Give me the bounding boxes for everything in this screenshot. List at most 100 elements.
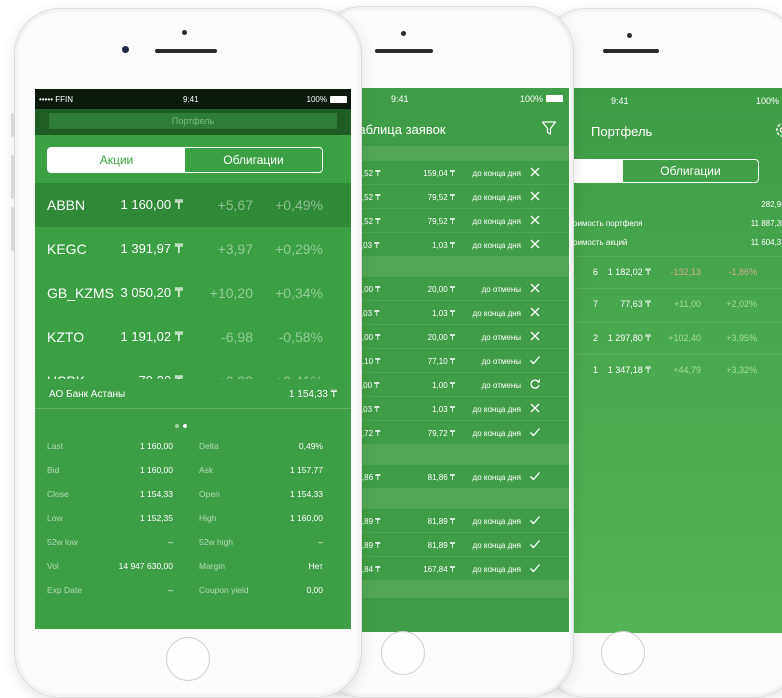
cancel-icon[interactable] <box>529 238 541 250</box>
row-percent: +3,32% <box>726 365 757 375</box>
order-row[interactable]: 79,52 ₸ 159,04 ₸ до конца дня <box>351 160 569 184</box>
check-icon[interactable] <box>529 354 541 366</box>
detail-header: АО Банк Астаны 1 154,33 ₸ <box>35 379 351 409</box>
home-button[interactable] <box>601 631 645 675</box>
volume-down-button <box>11 207 15 251</box>
summary-value: 11 887,35 ₸ <box>750 219 782 228</box>
detail-row: Close 1 154,33 Open 1 154,33 <box>35 483 351 507</box>
order-row[interactable]: к1,03 ₸ 1,03 ₸ до конца дня <box>351 232 569 256</box>
segment-control: Акции Облигации <box>47 147 323 173</box>
summary-value: 11 604,37 ₸ <box>750 238 782 247</box>
detail-value: 1 154,33 <box>289 489 323 499</box>
check-icon[interactable] <box>529 514 541 526</box>
refresh-icon[interactable] <box>529 378 541 390</box>
order-row[interactable]: 20,00 ₸ 20,00 ₸ до отмены <box>351 276 569 300</box>
cancel-icon[interactable] <box>529 402 541 414</box>
stock-row[interactable]: KEGC 1 391,97 ₸ +3,97 +0,29% <box>35 227 351 271</box>
cancel-icon[interactable] <box>529 282 541 294</box>
order-row[interactable]: 20,00 ₸ 20,00 ₸ до отмены <box>351 324 569 348</box>
order-row[interactable]: 67,84 ₸ 167,84 ₸ до конца дня <box>351 556 569 580</box>
order-row[interactable]: 79,52 ₸ 79,52 ₸ до конца дня <box>351 208 569 232</box>
cancel-icon[interactable] <box>529 214 541 226</box>
status-time: 9:41 <box>391 94 409 104</box>
gear-icon[interactable] <box>773 120 782 140</box>
order-validity: до отмены <box>481 333 521 342</box>
home-button[interactable] <box>166 637 210 681</box>
group-separator <box>351 580 569 598</box>
check-icon[interactable] <box>529 538 541 550</box>
segment-bonds[interactable]: Облигации <box>623 160 758 182</box>
detail-key: Delta <box>199 441 219 451</box>
order-row[interactable]: к1,03 ₸ 1,03 ₸ до конца дня <box>351 396 569 420</box>
home-button[interactable] <box>381 631 425 675</box>
check-icon[interactable] <box>529 470 541 482</box>
group-separator <box>351 444 569 464</box>
order-amount: 79,72 ₸ <box>427 429 455 438</box>
detail-value: 0,49% <box>298 441 323 451</box>
order-row[interactable]: 81,89 ₸ 81,89 ₸ до конца дня <box>351 532 569 556</box>
stock-row[interactable]: ABBN 1 160,00 ₸ +5,67 +0,49% <box>35 183 351 227</box>
stock-ticker: KZTO <box>47 329 85 345</box>
detail-value: 0,00 <box>306 585 323 595</box>
phone-front: ••••• FFIN 9:41 100% Портфель Акции Обли… <box>11 8 362 698</box>
detail-row: Exp Date – Coupon yield 0,00 <box>35 579 351 603</box>
order-validity: до отмены <box>481 357 521 366</box>
earpiece <box>375 49 433 53</box>
order-amount: 81,86 ₸ <box>427 473 455 482</box>
detail-key: Ask <box>199 465 214 475</box>
order-row[interactable]: к1,03 ₸ 1,03 ₸ до конца дня <box>351 300 569 324</box>
cancel-icon[interactable] <box>529 306 541 318</box>
order-validity: до отмены <box>481 285 521 294</box>
order-validity: до конца дня <box>472 309 521 318</box>
cancel-icon[interactable] <box>529 330 541 342</box>
order-row[interactable]: 81,86 ₸ 81,86 ₸ до конца дня <box>351 464 569 488</box>
order-validity: до конца дня <box>472 217 521 226</box>
detail-key: Margin <box>199 561 225 571</box>
stock-ticker: KEGC <box>47 241 87 257</box>
check-icon[interactable] <box>529 562 541 574</box>
stock-percent: +0,29% <box>275 241 323 257</box>
segment-stocks[interactable] <box>573 160 623 182</box>
segment-bonds[interactable]: Облигации <box>185 148 322 172</box>
segment-stocks[interactable]: Акции <box>48 148 185 172</box>
status-battery: 100% <box>519 94 543 104</box>
order-row[interactable]: к1,00 ₸ 1,00 ₸ до отмены <box>351 372 569 396</box>
status-bar: 9:41 100% <box>573 88 782 118</box>
detail-value: 1 160,00 <box>289 513 323 523</box>
cancel-icon[interactable] <box>529 166 541 178</box>
page-indicator[interactable] <box>175 421 187 430</box>
order-row[interactable]: 77,10 ₸ 77,10 ₸ до отмены <box>351 348 569 372</box>
stock-row[interactable]: KZTO 1 191,02 ₸ -6,98 -0,58% <box>35 315 351 359</box>
detail-key: Open <box>199 489 220 499</box>
order-amount: 79,52 ₸ <box>427 193 455 202</box>
stock-row[interactable]: GB_KZMS 3 050,20 ₸ +10,20 +0,34% <box>35 271 351 315</box>
segment-control: Облигации <box>573 159 759 183</box>
sensor-dot <box>182 30 187 35</box>
cancel-icon[interactable] <box>529 190 541 202</box>
battery-icon <box>546 95 563 102</box>
order-row[interactable]: 79,52 ₸ 79,52 ₸ до конца дня <box>351 184 569 208</box>
detail-row: Vol 14 947 630,00 Margin Нет <box>35 555 351 579</box>
order-amount: 167,84 ₸ <box>423 565 455 574</box>
order-row[interactable]: 81,89 ₸ 81,89 ₸ до конца дня <box>351 508 569 532</box>
order-amount: 1,03 ₸ <box>432 309 455 318</box>
volume-up-button <box>11 155 15 199</box>
page-title: Таблица заявок <box>351 122 446 137</box>
detail-key: Coupon yield <box>199 585 249 595</box>
status-carrier: ••••• FFIN <box>39 95 73 104</box>
order-amount: 77,10 ₸ <box>427 357 455 366</box>
order-row[interactable]: 79,72 ₸ 79,72 ₸ до конца дня <box>351 420 569 444</box>
filter-icon[interactable] <box>541 120 557 136</box>
detail-value: Нет <box>308 561 323 571</box>
stock-price: 1 391,97 ₸ <box>120 241 184 256</box>
list-item[interactable]: 7 77,63 ₸ +11,00 +2,02% <box>573 288 782 320</box>
list-item[interactable]: 1 1 347,18 ₸ +44,79 +3,32% <box>573 354 782 386</box>
row-change: +102,40 <box>668 333 701 343</box>
detail-key: Low <box>47 513 63 523</box>
list-item[interactable]: 2 1 297,80 ₸ +102,40 +3,95% <box>573 322 782 354</box>
detail-row: Low 1 152,35 High 1 160,00 <box>35 507 351 531</box>
detail-row: Bid 1 160,00 Ask 1 157,77 <box>35 459 351 483</box>
check-icon[interactable] <box>529 426 541 438</box>
detail-key: Exp Date <box>47 585 82 595</box>
list-item[interactable]: 6 1 182,02 ₸ -132,13 -1,86% <box>573 256 782 288</box>
